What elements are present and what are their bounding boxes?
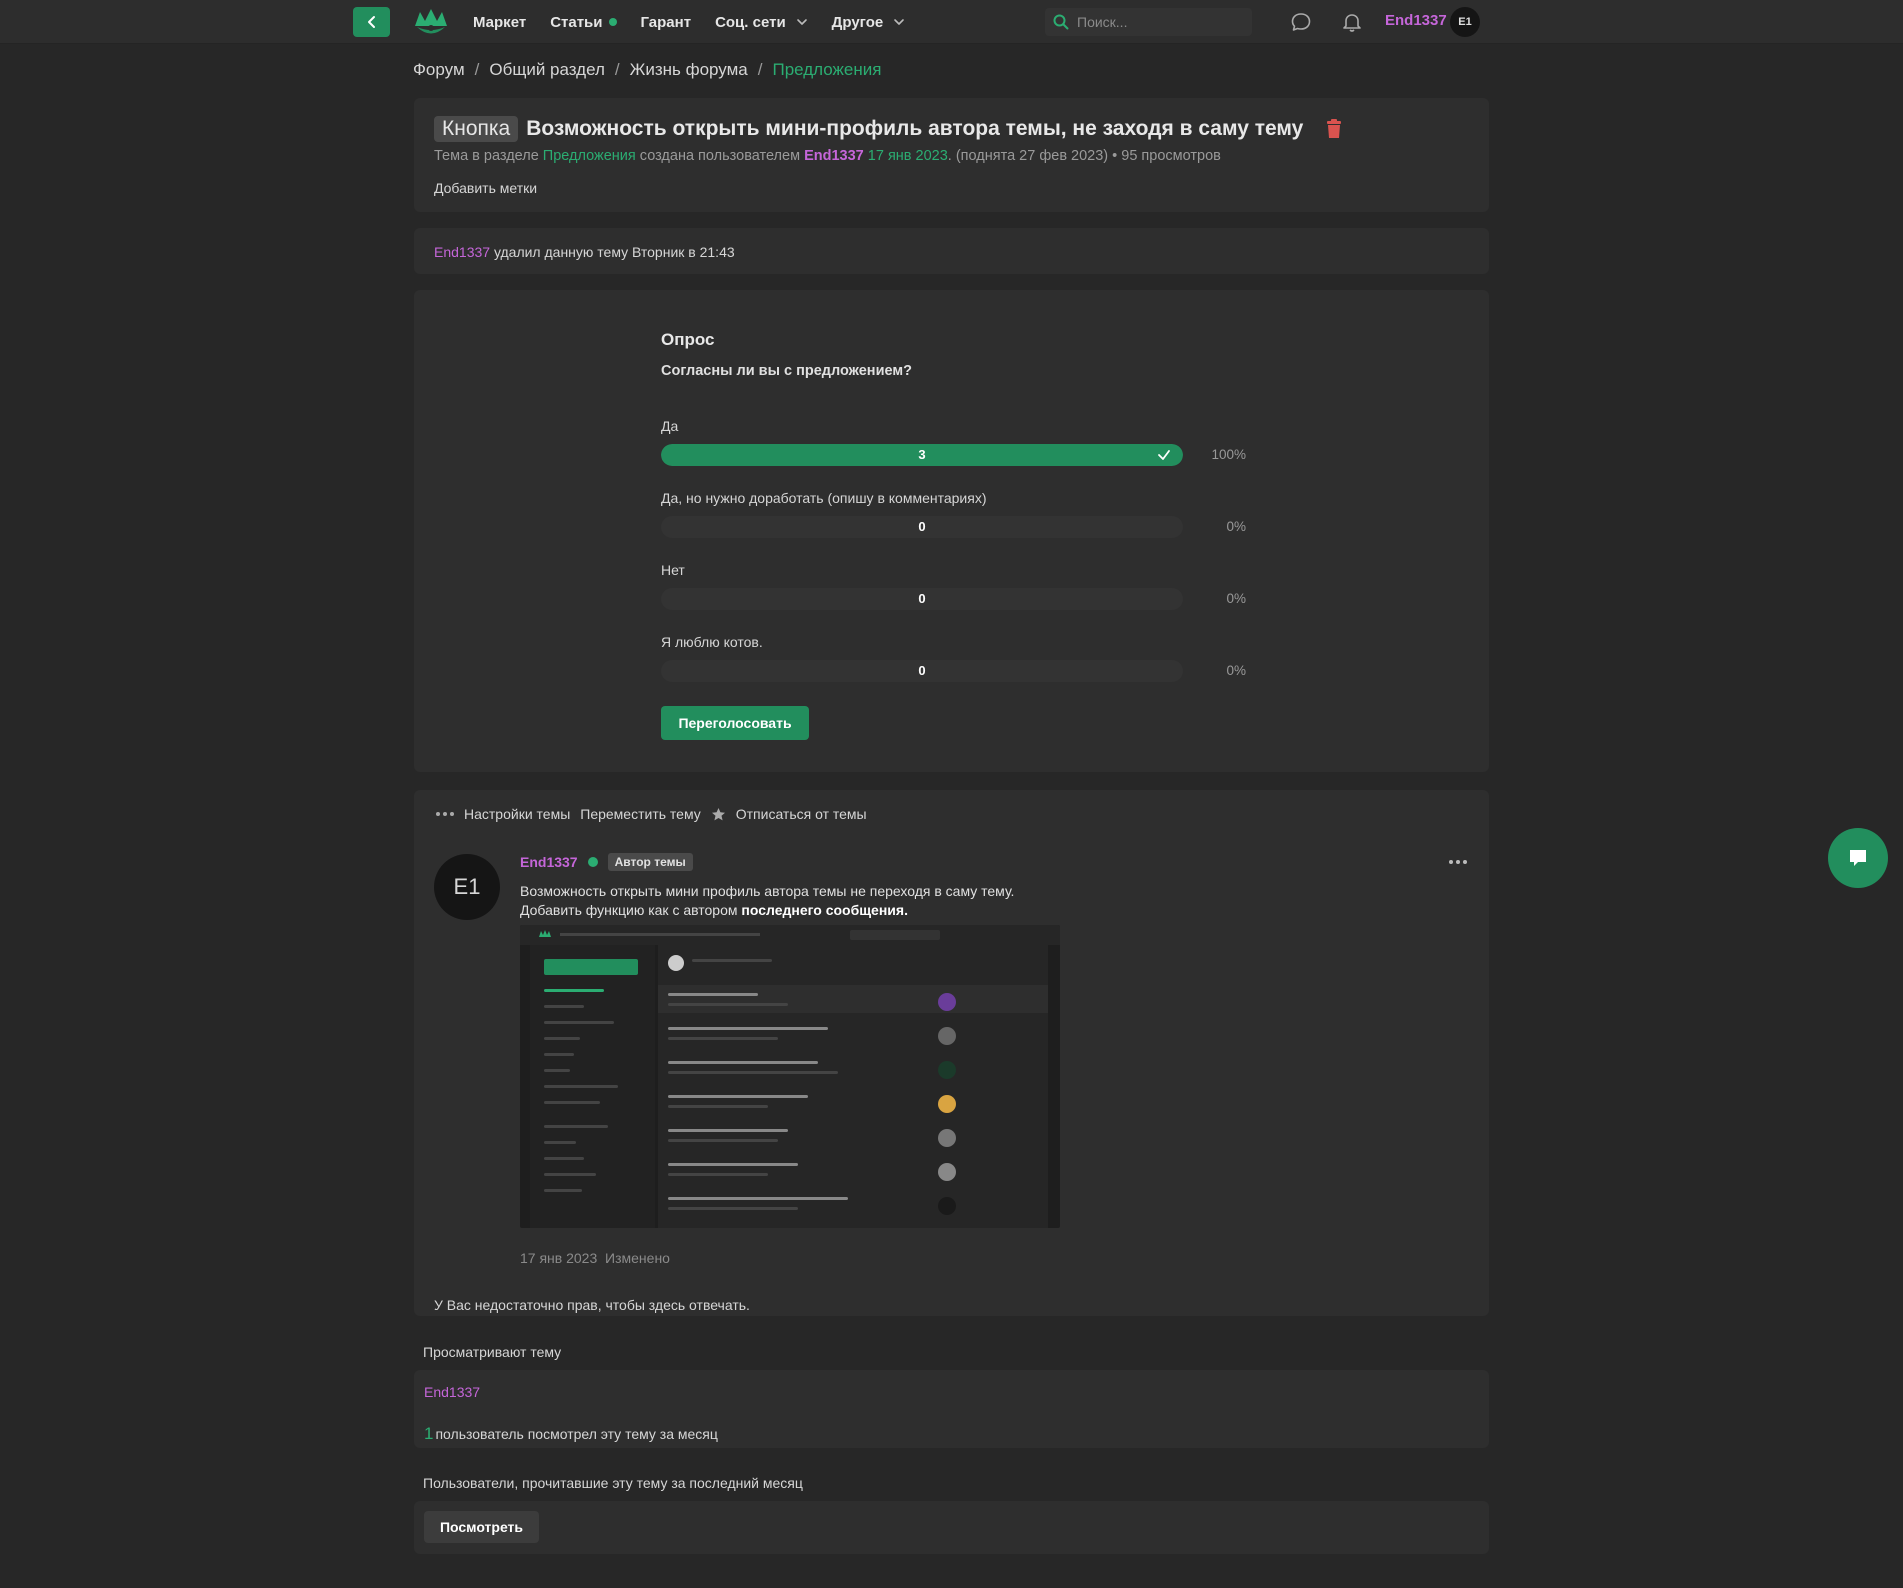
meta-date: 17 янв 2023 [867,148,948,164]
more-dots-icon[interactable] [436,812,454,816]
breadcrumb: Форум / Общий раздел / Жизнь форума / Пр… [413,60,881,80]
meta-views: • 95 просмотров [1112,148,1221,164]
chat-icon [1850,850,1866,866]
view-readers-button[interactable]: Посмотреть [424,1511,539,1543]
breadcrumb-item-forum-life[interactable]: Жизнь форума [630,60,748,80]
poll-option-bar: 0 [661,660,1183,682]
thread-actions: Настройки темы Переместить тему Отписать… [436,806,867,822]
nav-item-label: Маркет [473,13,527,31]
poll-option-label: Да [661,418,679,434]
star-icon [711,807,725,820]
readers-card: Посмотреть [414,1501,1489,1554]
search-input[interactable] [1077,14,1237,30]
readers-label: Пользователи, прочитавшие эту тему за по… [423,1475,803,1491]
nav-item-2[interactable]: Гарант [641,14,692,31]
bell-icon[interactable] [1341,11,1363,33]
poll-option-label: Я люблю котов. [661,634,763,650]
nav-item-0[interactable]: Маркет [473,14,526,31]
poll-vote-count: 3 [918,447,926,462]
post-attached-screenshot[interactable] [520,925,1060,1228]
breadcrumb-item-proposals[interactable]: Предложения [773,60,882,80]
nav-item-label: Соц. сети [715,13,786,31]
online-status-dot [587,857,598,867]
post-body: Возможность открыть мини профиль автора … [520,882,1014,920]
deleted-notice: End1337 удалил данную тему Вторник в 21:… [414,228,1489,274]
poll-option-label: Да, но нужно доработать (опишу в коммент… [661,490,987,506]
meta-created-by: создана пользователем [639,148,801,164]
unsubscribe-link[interactable]: Отписаться от темы [736,806,867,822]
viewer-user-link[interactable]: End1337 [424,1384,480,1400]
poll-title: Опрос [661,330,715,349]
revote-button[interactable]: Переголосовать [661,706,809,740]
thread-meta: Тема в разделе Предложения создана польз… [434,148,1221,164]
chat-fab-button[interactable] [1828,828,1888,888]
poll-option-bar: 0 [661,516,1183,538]
search-box[interactable] [1045,8,1252,36]
deleted-by-user[interactable]: End1337 [434,244,490,260]
poll-option-bar: 3 [661,444,1183,466]
meta-prefix: Тема в разделе [434,148,539,164]
add-tags-link[interactable]: Добавить метки [434,180,537,196]
post-author-avatar[interactable]: E1 [434,854,500,920]
viewer-count: 1 пользователь посмотрел эту тему за меся… [424,1424,718,1443]
breadcrumb-separator: / [757,60,763,79]
chevron-down-icon [894,19,905,25]
breadcrumb-item-forum[interactable]: Форум [413,60,465,80]
current-user-link[interactable]: End1337 [1385,12,1447,29]
nav-item-4[interactable]: Другое [832,14,906,31]
poll-option-percent: 0% [1226,519,1246,534]
post-line-1: Возможность открыть мини профиль автора … [520,883,1015,899]
thread-prefix[interactable]: Кнопка [434,116,519,142]
post-author-link[interactable]: End1337 [520,854,578,870]
new-indicator-dot [608,18,617,26]
no-reply-rights-notice: У Вас недостаточно прав, чтобы здесь отв… [434,1297,750,1313]
chat-bubble-icon[interactable] [1290,11,1312,33]
viewers-card: End1337 1 пользователь посмотрел эту тему… [414,1370,1489,1448]
viewers-label: Просматривают тему [423,1344,562,1360]
post-line-2: Добавить функцию как с автором последнег… [520,902,908,918]
avatar[interactable]: E1 [1450,7,1480,37]
poll-option-percent: 0% [1226,591,1246,606]
nav-item-3[interactable]: Соц. сети [715,14,808,31]
deleted-notice-text: удалил данную тему Вторник в 21:43 [493,244,735,260]
chevron-left-icon [367,16,375,28]
poll-card: Опрос Согласны ли вы с предложением? Да 3… [414,290,1489,772]
back-button[interactable] [353,7,390,37]
meta-author-link[interactable]: End1337 [804,148,864,164]
search-icon [1053,14,1069,30]
poll-vote-count: 0 [918,519,926,534]
nav-item-label: Статьи [550,13,603,31]
poll-option-percent: 0% [1226,663,1246,678]
poll-vote-count: 0 [918,591,926,606]
poll-option-percent: 100% [1211,447,1246,462]
main-nav: Маркет Статьи Гарант Соц. сети Другое [473,0,905,44]
breadcrumb-separator: / [474,60,480,79]
chevron-down-icon [796,19,807,25]
nav-item-label: Другое [831,13,884,31]
trash-icon [1327,119,1342,138]
nav-item-label: Гарант [640,13,692,31]
post-card: Настройки темы Переместить тему Отписать… [414,790,1489,1316]
thread-settings-link[interactable]: Настройки темы [464,806,570,822]
post-edited-label: Изменено [605,1250,670,1266]
page-title: Возможность открыть мини-профиль автора … [526,117,1304,140]
nav-item-1[interactable]: Статьи [550,13,617,31]
meta-section-link[interactable]: Предложения [543,148,636,164]
meta-bumped: . (поднята 27 фев 2023) [947,148,1109,164]
move-thread-link[interactable]: Переместить тему [580,806,700,822]
poll-vote-count: 0 [918,663,926,678]
poll-option-label: Нет [661,562,685,578]
check-icon [1158,450,1170,460]
post-menu-dots-icon[interactable] [1449,860,1467,864]
poll-question: Согласны ли вы с предложением? [661,363,912,379]
post-date: 17 янв 2023 Изменено [520,1250,670,1266]
thread-header: Кнопка Возможность открыть мини-профиль … [414,98,1489,212]
breadcrumb-item-general[interactable]: Общий раздел [489,60,605,80]
breadcrumb-separator: / [614,60,620,79]
site-logo[interactable] [412,6,450,38]
post-date-link[interactable]: 17 янв 2023 [520,1250,597,1266]
poll-option-bar: 0 [661,588,1183,610]
author-badge: Автор темы [607,853,693,871]
top-bar: Маркет Статьи Гарант Соц. сети Другое End133… [0,0,1903,44]
